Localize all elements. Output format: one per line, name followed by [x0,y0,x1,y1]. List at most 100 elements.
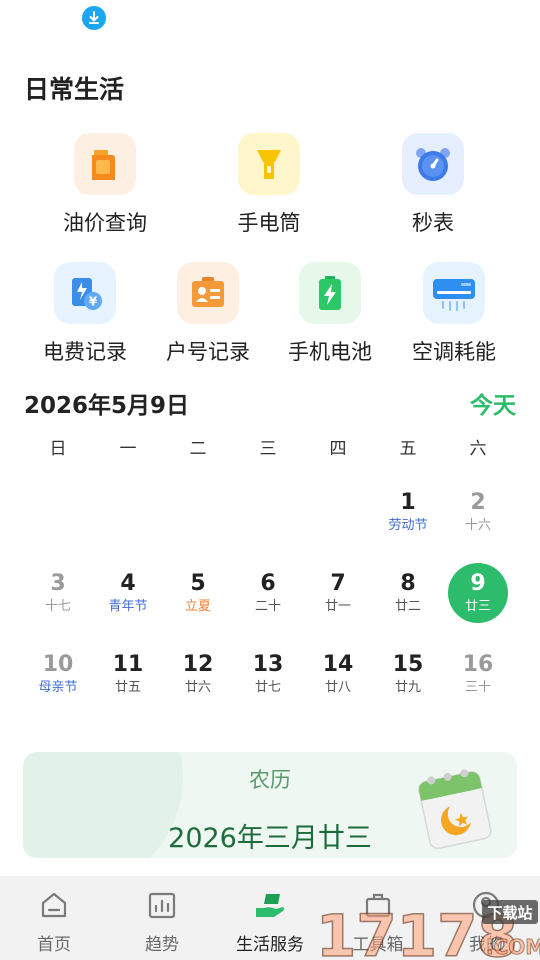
nav-home[interactable]: 首页 [0,876,108,960]
lunar-day-label: 劳动节 [388,517,428,533]
calendar-day-cell[interactable]: 14 廿八 [303,636,373,717]
lunar-day-label: 廿九 [394,679,421,695]
lunar-date-card[interactable]: 农历 2026年三月廿三 [23,752,517,858]
day-number: 10 [42,651,74,677]
lunar-day-label: 廿一 [324,598,351,614]
tool-label: 手电筒 [237,211,301,235]
day-number: 11 [112,651,144,677]
weekday-label: 五 [399,439,417,459]
calendar-day-cell[interactable]: 9 廿三 [443,555,513,636]
lunar-day-label: 廿七 [254,679,281,695]
day-number: 3 [50,570,66,596]
tool-label: 空调耗能 [412,340,496,364]
tool-account-number[interactable]: 户号记录 [143,262,273,366]
calendar-day-cell[interactable]: 5 立夏 [163,555,233,636]
oil-can-icon [74,133,136,195]
day-number: 13 [252,651,284,677]
life-service-icon [254,888,286,922]
trend-chart-icon [147,888,177,922]
calendar-day-cell[interactable]: 3 十七 [23,555,93,636]
calendar-day-cell[interactable]: 1 劳动节 [373,474,443,555]
nav-label: 生活服务 [236,935,304,955]
tool-flashlight[interactable]: 手电筒 [204,133,334,237]
calendar-week-row: 10 母亲节 11 廿五 12 廿六 13 廿七 14 廿八 15 廿九 16 三十 [23,636,513,717]
weekday-label: 日 [49,439,67,459]
day-number: 1 [400,489,416,515]
tool-stopwatch[interactable]: 秒表 [368,133,498,237]
today-button[interactable]: 今天 [470,386,516,420]
calendar-day-cell[interactable]: 11 廿五 [93,636,163,717]
day-number: 9 [470,570,486,596]
tool-electric-bill[interactable]: ¥ 电费记录 [20,262,150,366]
tool-ac-energy[interactable]: 空调耗能 [389,262,519,366]
tool-label: 户号记录 [166,340,250,364]
calendar-day-cell[interactable]: 12 廿六 [163,636,233,717]
weekday-label: 四 [329,439,347,459]
calendar-day-cell[interactable]: 10 母亲节 [23,636,93,717]
calendar-empty-cell [93,474,163,555]
tool-phone-battery[interactable]: 手机电池 [265,262,395,366]
day-number: 5 [190,570,206,596]
section-title: 日常生活 [24,75,125,104]
lunar-day-label: 十六 [464,517,491,533]
weekday-header: 日 一 二 三 四 五 六 [23,434,513,459]
calendar-empty-cell [163,474,233,555]
tool-label: 秒表 [412,211,454,235]
day-number: 4 [120,570,136,596]
weekday-label: 一 [119,439,137,459]
tool-label: 电费记录 [43,340,127,364]
home-icon [39,888,69,922]
calendar-day-cell[interactable]: 13 廿七 [233,636,303,717]
watermark-tag: 下载站 [487,904,532,922]
tool-oil-price[interactable]: 油价查询 [40,133,170,237]
tool-label: 油价查询 [63,211,147,235]
lunar-day-label: 廿五 [114,679,141,695]
day-number: 14 [322,651,354,677]
calendar-week-row: 3 十七 4 青年节 5 立夏 6 二十 7 廿一 8 廿二 9 廿三 [23,555,513,636]
calendar-day-cell[interactable]: 8 廿二 [373,555,443,636]
download-notification-icon [82,6,106,30]
lunar-day-label: 三十 [464,679,491,695]
flashlight-icon [238,133,300,195]
lunar-day-label: 母亲节 [38,679,78,695]
status-bar [0,0,540,40]
calendar-day-cell[interactable]: 16 三十 [443,636,513,717]
calendar-day-cell[interactable]: 15 廿九 [373,636,443,717]
calendar-title: 2026年5月9日 [24,393,190,419]
day-number: 6 [260,570,276,596]
tool-label: 手机电池 [288,340,372,364]
alarm-clock-icon [402,133,464,195]
calendar-day-cell[interactable]: 6 二十 [233,555,303,636]
lunar-day-label: 二十 [254,598,281,614]
nav-trend[interactable]: 趋势 [108,876,216,960]
calendar-empty-cell [303,474,373,555]
battery-icon [299,262,361,324]
nav-life-service[interactable]: 生活服务 [216,876,324,960]
calendar-day-cell[interactable]: 2 十六 [443,474,513,555]
calendar-empty-cell [233,474,303,555]
air-conditioner-icon [423,262,485,324]
calendar-day-cell[interactable]: 4 青年节 [93,555,163,636]
calendar-week-row: 1 劳动节 2 十六 [23,474,513,555]
day-number: 16 [462,651,494,677]
svg-text:¥: ¥ [89,295,98,309]
weekday-label: 二 [189,439,207,459]
lunar-day-label: 廿二 [394,598,421,614]
day-number: 2 [470,489,486,515]
day-number: 7 [330,570,346,596]
nav-label: 首页 [37,935,71,955]
lunar-day-label: 青年节 [108,598,148,614]
calendar-day-cell[interactable]: 7 廿一 [303,555,373,636]
lunar-day-label: 廿六 [184,679,211,695]
lunar-day-label: 廿三 [464,598,491,614]
day-number: 8 [400,570,416,596]
nav-label: 趋势 [145,935,179,955]
lunar-day-label: 立夏 [184,598,211,614]
watermark-logo: 17178 下载站 .COM [315,890,540,960]
day-number: 12 [182,651,214,677]
electric-bill-icon: ¥ [54,262,116,324]
calendar-moon-icon [415,762,495,854]
watermark-suffix: .COM [486,935,540,959]
lunar-day-label: 廿八 [324,679,351,695]
id-card-icon [177,262,239,324]
